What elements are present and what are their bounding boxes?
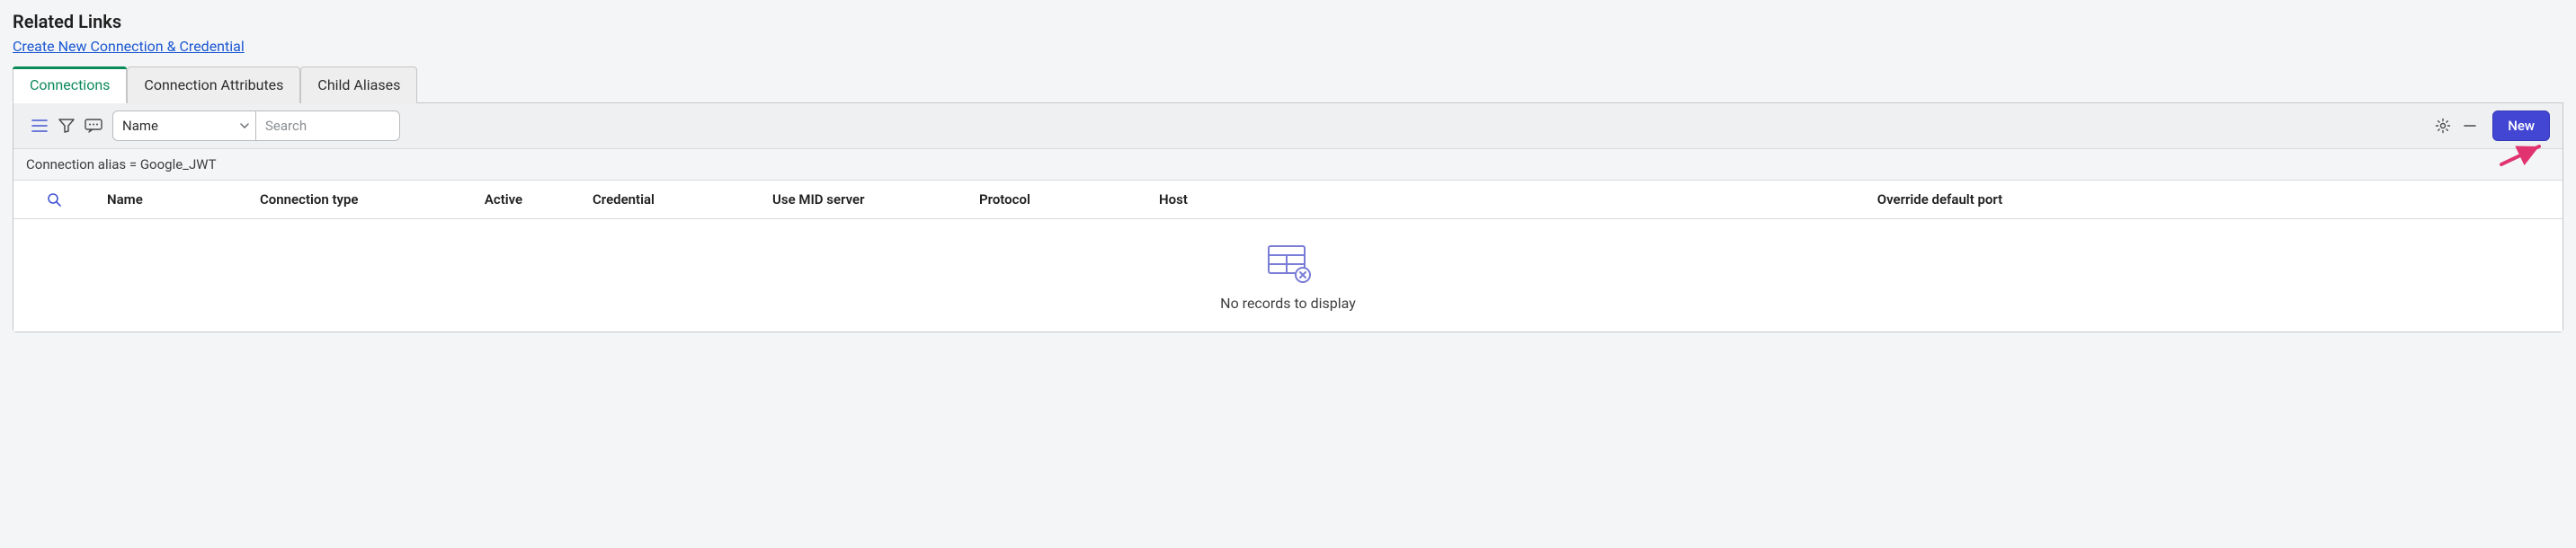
- tablist: Connections Connection Attributes Child …: [13, 66, 2563, 103]
- col-active[interactable]: Active: [427, 181, 580, 218]
- filter-icon[interactable]: [53, 112, 80, 139]
- col-connection-type[interactable]: Connection type: [247, 181, 427, 218]
- connections-panel: Name New Connection alias = Google_JWT: [13, 103, 2563, 332]
- search-input[interactable]: [256, 110, 400, 141]
- empty-state: No records to display: [13, 219, 2563, 331]
- col-name[interactable]: Name: [94, 181, 247, 218]
- col-protocol[interactable]: Protocol: [967, 181, 1146, 218]
- new-button[interactable]: New: [2492, 110, 2550, 141]
- tab-connections[interactable]: Connections: [13, 66, 127, 103]
- empty-table-icon: [1265, 244, 1312, 284]
- col-credential[interactable]: Credential: [580, 181, 760, 218]
- search-field-select[interactable]: Name: [112, 110, 256, 141]
- col-host[interactable]: Host: [1146, 181, 1317, 218]
- activity-stream-icon[interactable]: [80, 112, 107, 139]
- create-connection-credential-link[interactable]: Create New Connection & Credential: [13, 38, 245, 55]
- list-menu-icon[interactable]: [26, 112, 53, 139]
- search-field-select-wrap: Name: [112, 110, 256, 141]
- col-use-mid-server[interactable]: Use MID server: [760, 181, 967, 218]
- gear-icon[interactable]: [2429, 112, 2456, 139]
- tab-child-aliases[interactable]: Child Aliases: [300, 66, 417, 103]
- list-toolbar: Name New: [13, 103, 2563, 149]
- column-search-icon[interactable]: [13, 181, 94, 217]
- col-override-default-port[interactable]: Override default port: [1317, 181, 2563, 218]
- breadcrumb-filter[interactable]: Connection alias = Google_JWT: [13, 149, 2563, 181]
- related-links-heading: Related Links: [13, 11, 2563, 32]
- minimize-icon[interactable]: [2456, 112, 2483, 139]
- empty-state-text: No records to display: [1220, 295, 1356, 312]
- tab-connection-attributes[interactable]: Connection Attributes: [127, 66, 300, 103]
- table-header-row: Name Connection type Active Credential U…: [13, 181, 2563, 219]
